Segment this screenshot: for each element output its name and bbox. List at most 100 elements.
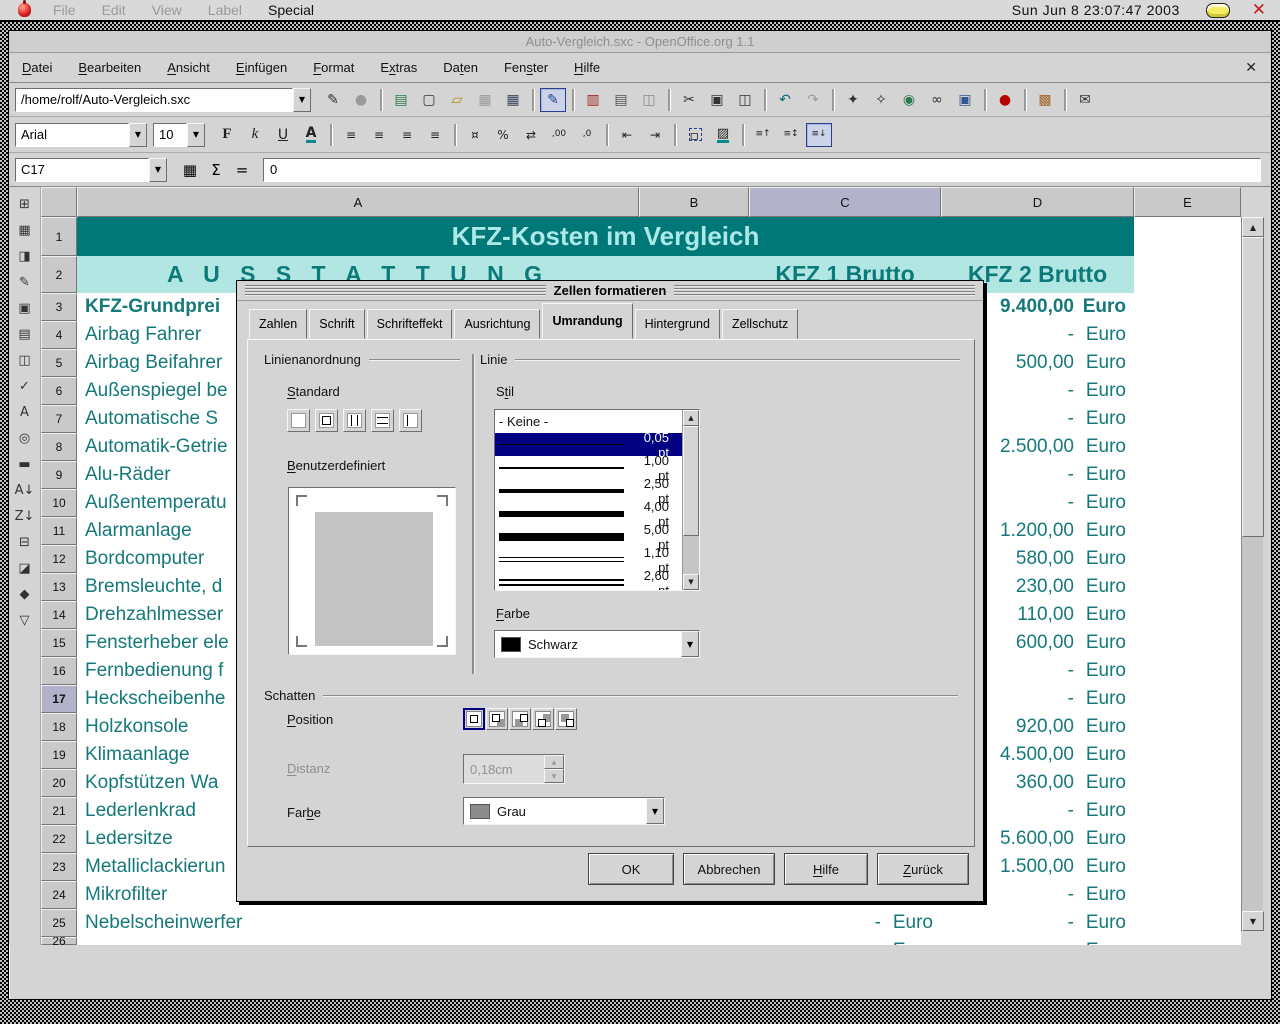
menu-datei[interactable]: Datei bbox=[9, 53, 65, 82]
url-field[interactable]: /home/rolf/Auto-Vergleich.sxc bbox=[15, 88, 293, 112]
font-name-dropdown-icon[interactable]: ▼ bbox=[129, 123, 147, 147]
chart-icon[interactable]: ◪ bbox=[13, 556, 37, 580]
mac-app-switcher-icon[interactable] bbox=[1206, 3, 1230, 18]
row-header-19[interactable]: 19 bbox=[41, 741, 77, 769]
row-header-7[interactable]: 7 bbox=[41, 405, 77, 433]
select-all-corner[interactable] bbox=[41, 187, 77, 217]
cell-e22[interactable] bbox=[1134, 825, 1241, 853]
scroll-down-icon[interactable]: ▼ bbox=[683, 574, 699, 590]
back-button[interactable]: Zurück bbox=[877, 853, 969, 885]
cell-e13[interactable] bbox=[1134, 573, 1241, 601]
mac-close-icon[interactable]: ✕ bbox=[1252, 2, 1266, 19]
font-name-combobox[interactable]: Arial ▼ bbox=[15, 123, 147, 147]
document-close-icon[interactable]: ✕ bbox=[1231, 60, 1271, 76]
cell-e15[interactable] bbox=[1134, 629, 1241, 657]
font-name-field[interactable]: Arial bbox=[15, 123, 129, 147]
insert-field-icon[interactable]: ▤ bbox=[13, 322, 37, 346]
background-color-icon[interactable]: ▨ bbox=[710, 123, 736, 147]
cell-e8[interactable] bbox=[1134, 433, 1241, 461]
sheet-title-cell[interactable]: KFZ-Kosten im Vergleich bbox=[77, 217, 1134, 256]
row-header-17[interactable]: 17 bbox=[41, 685, 77, 713]
align-top-icon[interactable]: ≡↑ bbox=[750, 123, 776, 147]
cell-c26[interactable]: -Euro bbox=[749, 937, 941, 945]
line-style-option[interactable]: 2,60 pt bbox=[495, 571, 699, 591]
cell-a26[interactable] bbox=[77, 937, 639, 945]
row-header-20[interactable]: 20 bbox=[41, 769, 77, 797]
open-document-icon[interactable]: ▱ bbox=[444, 88, 470, 112]
row-header-8[interactable]: 8 bbox=[41, 433, 77, 461]
shadow-top-left[interactable] bbox=[555, 708, 577, 730]
increase-indent-icon[interactable]: ⇥ bbox=[642, 123, 668, 147]
hyperlink-globe-icon[interactable]: ◉ bbox=[896, 88, 922, 112]
menu-fenster[interactable]: Fenster bbox=[491, 53, 561, 82]
cell-reference-field[interactable]: C17 bbox=[15, 158, 149, 182]
shadow-top-right[interactable] bbox=[532, 708, 554, 730]
shadow-color-dropdown[interactable]: Grau ▼ bbox=[463, 797, 665, 825]
page-preview-icon[interactable]: ◫ bbox=[636, 88, 662, 112]
cell-c25[interactable]: -Euro bbox=[749, 909, 941, 937]
cell-e18[interactable] bbox=[1134, 713, 1241, 741]
cell-e16[interactable] bbox=[1134, 657, 1241, 685]
menu-daten[interactable]: Daten bbox=[430, 53, 491, 82]
gallery-icon[interactable]: ▩ bbox=[1032, 88, 1058, 112]
dropdown-arrow-icon[interactable]: ▼ bbox=[646, 798, 664, 824]
menu-format[interactable]: Format bbox=[300, 53, 367, 82]
spin-down-icon[interactable]: ▼ bbox=[544, 769, 564, 783]
menu-hilfe[interactable]: Hilfe bbox=[561, 53, 613, 82]
cell-d26[interactable]: -Euro bbox=[941, 937, 1134, 945]
shadow-none[interactable] bbox=[463, 708, 485, 730]
function-equals-icon[interactable]: = bbox=[229, 158, 255, 182]
themes-icon[interactable]: ◆ bbox=[13, 582, 37, 606]
formula-input[interactable]: 0 bbox=[263, 158, 1261, 182]
italic-icon[interactable]: k bbox=[242, 123, 268, 147]
cell-e17[interactable] bbox=[1134, 685, 1241, 713]
scroll-up-icon[interactable]: ▲ bbox=[683, 410, 699, 426]
number-standard-icon[interactable]: ⇄ bbox=[518, 123, 544, 147]
paste-icon[interactable]: ◫ bbox=[732, 88, 758, 112]
line-style-scrollbar[interactable]: ▲ ▼ bbox=[682, 410, 699, 590]
insert-object-icon[interactable]: ◨ bbox=[13, 244, 37, 268]
border-preview[interactable] bbox=[288, 487, 456, 655]
menu-einfgen[interactable]: Einfügen bbox=[223, 53, 300, 82]
row-header-2[interactable]: 2 bbox=[41, 256, 77, 293]
spellcheck-icon[interactable]: ✓ bbox=[13, 374, 37, 398]
cell-a25[interactable]: Nebelscheinwerfer bbox=[77, 909, 639, 937]
row-header-9[interactable]: 9 bbox=[41, 461, 77, 489]
cell-reference-box[interactable]: C17 ▼ bbox=[15, 158, 167, 182]
sum-icon[interactable]: Σ bbox=[203, 158, 229, 182]
zoom-monitor-icon[interactable]: ▣ bbox=[952, 88, 978, 112]
row-header-12[interactable]: 12 bbox=[41, 545, 77, 573]
cell-e11[interactable] bbox=[1134, 517, 1241, 545]
url-combobox[interactable]: /home/rolf/Auto-Vergleich.sxc ▼ bbox=[15, 88, 311, 112]
cell-b25[interactable] bbox=[639, 909, 749, 937]
insert-draw-icon[interactable]: ✧ bbox=[868, 88, 894, 112]
vertical-scrollbar-thumb[interactable] bbox=[1242, 237, 1264, 537]
scroll-down-icon[interactable]: ▼ bbox=[1242, 911, 1264, 931]
row-header-1[interactable]: 1 bbox=[41, 217, 77, 256]
cell-d25[interactable]: -Euro bbox=[941, 909, 1134, 937]
row-header-13[interactable]: 13 bbox=[41, 573, 77, 601]
bold-icon[interactable]: F bbox=[214, 123, 240, 147]
cell-e5[interactable] bbox=[1134, 349, 1241, 377]
navigator-icon[interactable]: ✦ bbox=[840, 88, 866, 112]
align-bottom-icon[interactable]: ≡↓ bbox=[806, 123, 832, 147]
cell-e19[interactable] bbox=[1134, 741, 1241, 769]
preset-box[interactable] bbox=[315, 409, 338, 432]
cell-e6[interactable] bbox=[1134, 377, 1241, 405]
cell-e12[interactable] bbox=[1134, 545, 1241, 573]
column-header-b[interactable]: B bbox=[639, 187, 749, 217]
cell-e4[interactable] bbox=[1134, 321, 1241, 349]
row-header-6[interactable]: 6 bbox=[41, 377, 77, 405]
tab-zahlen[interactable]: Zahlen bbox=[249, 309, 307, 339]
align-left-icon[interactable]: ≡ bbox=[338, 123, 364, 147]
cell-e7[interactable] bbox=[1134, 405, 1241, 433]
tab-schrifteffekt[interactable]: Schrifteffekt bbox=[367, 309, 453, 339]
number-percent-icon[interactable]: % bbox=[490, 123, 516, 147]
cell-reference-dropdown-icon[interactable]: ▼ bbox=[149, 158, 167, 182]
font-size-dropdown-icon[interactable]: ▼ bbox=[187, 123, 205, 147]
cell-e9[interactable] bbox=[1134, 461, 1241, 489]
form-functions-icon[interactable]: ▣ bbox=[13, 296, 37, 320]
row-header-14[interactable]: 14 bbox=[41, 601, 77, 629]
cell-b26[interactable] bbox=[639, 937, 749, 945]
row-header-21[interactable]: 21 bbox=[41, 797, 77, 825]
